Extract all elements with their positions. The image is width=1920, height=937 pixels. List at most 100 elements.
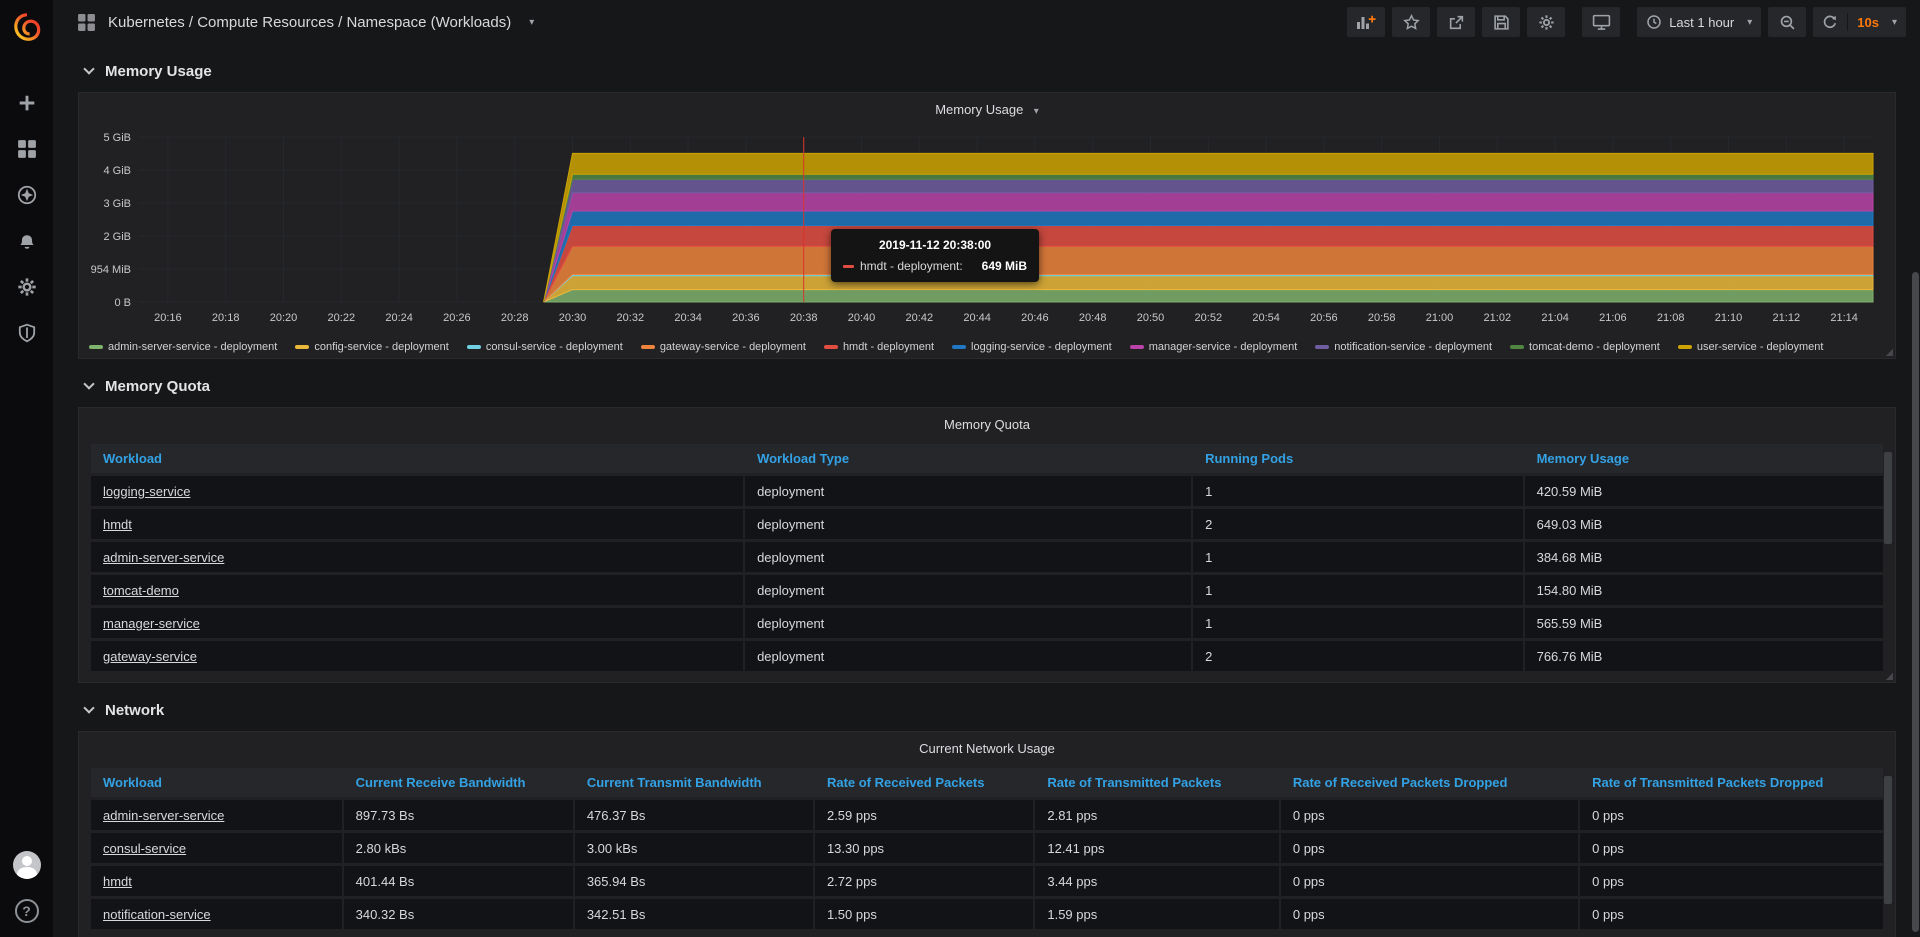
- dashboard-title[interactable]: Kubernetes / Compute Resources / Namespa…: [108, 14, 511, 31]
- svg-text:20:22: 20:22: [328, 312, 356, 324]
- column-header[interactable]: Rate of Received Packets: [815, 768, 1035, 797]
- user-avatar[interactable]: [13, 851, 41, 879]
- workload-link[interactable]: hmdt: [103, 874, 132, 889]
- column-header[interactable]: Workload Type: [745, 444, 1193, 473]
- legend-item[interactable]: gateway-service - deployment: [641, 341, 806, 353]
- settings-gear-button[interactable]: [1527, 7, 1565, 37]
- tooltip-timestamp: 2019-11-12 20:38:00: [843, 238, 1027, 252]
- svg-text:20:18: 20:18: [212, 312, 240, 324]
- cycle-view-mode-button[interactable]: [1582, 7, 1620, 37]
- table-row: hmdtdeployment2649.03 MiB: [91, 509, 1883, 539]
- value-cell: deployment: [745, 476, 1193, 506]
- refresh-button-group[interactable]: 10s ▾: [1813, 7, 1906, 37]
- section-row-memory-usage[interactable]: Memory Usage: [85, 58, 1896, 84]
- panel-resize-handle[interactable]: [1885, 348, 1893, 356]
- section-label: Network: [105, 702, 164, 719]
- panel-title-network-usage[interactable]: Current Network Usage: [79, 740, 1895, 758]
- section-row-network[interactable]: Network: [85, 697, 1896, 723]
- help-icon[interactable]: ?: [15, 899, 39, 923]
- table-row: logging-servicedeployment1420.59 MiB: [91, 476, 1883, 506]
- dashboard-content: Memory Usage Memory Usage ▾ 0 B954 MiB2 …: [53, 44, 1920, 937]
- value-cell: 1.50 pps: [815, 899, 1035, 929]
- svg-text:20:38: 20:38: [790, 312, 818, 324]
- legend-item[interactable]: consul-service - deployment: [467, 341, 623, 353]
- favorite-star-button[interactable]: [1392, 7, 1430, 37]
- value-cell: 2.80 kBs: [344, 833, 575, 863]
- server-admin-shield-icon[interactable]: [9, 321, 45, 345]
- legend-series-label: consul-service - deployment: [486, 341, 623, 353]
- svg-text:20:32: 20:32: [617, 312, 645, 324]
- panel-title-memory-quota[interactable]: Memory Quota: [79, 416, 1895, 434]
- column-header[interactable]: Workload: [91, 444, 745, 473]
- workload-link[interactable]: gateway-service: [103, 649, 197, 664]
- workload-cell: gateway-service: [91, 641, 745, 671]
- section-label: Memory Quota: [105, 378, 210, 395]
- share-button[interactable]: [1437, 7, 1475, 37]
- legend-series-dash: [824, 345, 838, 349]
- zoom-out-button[interactable]: [1768, 7, 1806, 37]
- column-header[interactable]: Memory Usage: [1525, 444, 1883, 473]
- workload-link[interactable]: notification-service: [103, 907, 211, 922]
- column-header[interactable]: Rate of Transmitted Packets Dropped: [1580, 768, 1883, 797]
- legend-item[interactable]: logging-service - deployment: [952, 341, 1112, 353]
- workload-link[interactable]: admin-server-service: [103, 808, 224, 823]
- legend-item[interactable]: tomcat-demo - deployment: [1510, 341, 1660, 353]
- workload-link[interactable]: hmdt: [103, 517, 132, 532]
- memory-usage-chart[interactable]: 0 B954 MiB2 GiB3 GiB4 GiB5 GiB20:1620:18…: [79, 93, 1895, 360]
- value-cell: 3.00 kBs: [575, 833, 815, 863]
- legend-series-dash: [952, 345, 966, 349]
- value-cell: 2.72 pps: [815, 866, 1035, 896]
- memory-quota-panel: Memory Quota WorkloadWorkload TypeRunnin…: [78, 407, 1896, 683]
- save-button[interactable]: [1482, 7, 1520, 37]
- time-range-picker[interactable]: Last 1 hour ▾: [1637, 7, 1761, 37]
- legend-item[interactable]: admin-server-service - deployment: [89, 341, 277, 353]
- legend-item[interactable]: user-service - deployment: [1678, 341, 1824, 353]
- page-scrollbar[interactable]: [1912, 272, 1919, 932]
- value-cell: 154.80 MiB: [1525, 575, 1883, 605]
- workload-link[interactable]: admin-server-service: [103, 550, 224, 565]
- value-cell: deployment: [745, 509, 1193, 539]
- column-header[interactable]: Current Receive Bandwidth: [344, 768, 575, 797]
- value-cell: 0 pps: [1281, 866, 1580, 896]
- dashboards-icon[interactable]: [9, 137, 45, 161]
- legend-item[interactable]: manager-service - deployment: [1130, 341, 1298, 353]
- clock-icon: [1646, 14, 1662, 30]
- workload-link[interactable]: tomcat-demo: [103, 583, 179, 598]
- table-scrollbar[interactable]: [1884, 452, 1892, 544]
- table-row: notification-service340.32 Bs342.51 Bs1.…: [91, 899, 1883, 929]
- explore-compass-icon[interactable]: [9, 183, 45, 207]
- add-panel-button[interactable]: [1347, 7, 1385, 37]
- workload-cell: hmdt: [91, 509, 745, 539]
- alerting-bell-icon[interactable]: [9, 229, 45, 253]
- workload-link[interactable]: manager-service: [103, 616, 200, 631]
- value-cell: 365.94 Bs: [575, 866, 815, 896]
- legend-series-label: gateway-service - deployment: [660, 341, 806, 353]
- legend-item[interactable]: hmdt - deployment: [824, 341, 934, 353]
- svg-text:20:28: 20:28: [501, 312, 529, 324]
- grafana-logo-icon[interactable]: [0, 0, 53, 53]
- column-header[interactable]: Workload: [91, 768, 344, 797]
- panel-resize-handle[interactable]: [1885, 672, 1893, 680]
- section-row-memory-quota[interactable]: Memory Quota: [85, 373, 1896, 399]
- navbar-actions: Last 1 hour ▾ 10s ▾: [1340, 7, 1906, 37]
- workload-link[interactable]: consul-service: [103, 841, 186, 856]
- value-cell: 12.41 pps: [1035, 833, 1281, 863]
- column-header[interactable]: Running Pods: [1193, 444, 1525, 473]
- workload-link[interactable]: logging-service: [103, 484, 190, 499]
- value-cell: deployment: [745, 641, 1193, 671]
- panel-title-memory-usage[interactable]: Memory Usage ▾: [79, 101, 1895, 119]
- legend-series-dash: [641, 345, 655, 349]
- configuration-gear-icon[interactable]: [9, 275, 45, 299]
- column-header[interactable]: Current Transmit Bandwidth: [575, 768, 815, 797]
- title-caret-icon[interactable]: ▾: [529, 17, 534, 28]
- workload-cell: manager-service: [91, 608, 745, 638]
- column-header[interactable]: Rate of Transmitted Packets: [1035, 768, 1281, 797]
- svg-text:20:42: 20:42: [906, 312, 934, 324]
- column-header[interactable]: Rate of Received Packets Dropped: [1281, 768, 1580, 797]
- table-scrollbar[interactable]: [1884, 776, 1892, 904]
- create-plus-icon[interactable]: [9, 91, 45, 115]
- svg-text:4 GiB: 4 GiB: [103, 165, 131, 177]
- legend-item[interactable]: notification-service - deployment: [1315, 341, 1492, 353]
- legend-item[interactable]: config-service - deployment: [295, 341, 449, 353]
- value-cell: 0 pps: [1580, 899, 1883, 929]
